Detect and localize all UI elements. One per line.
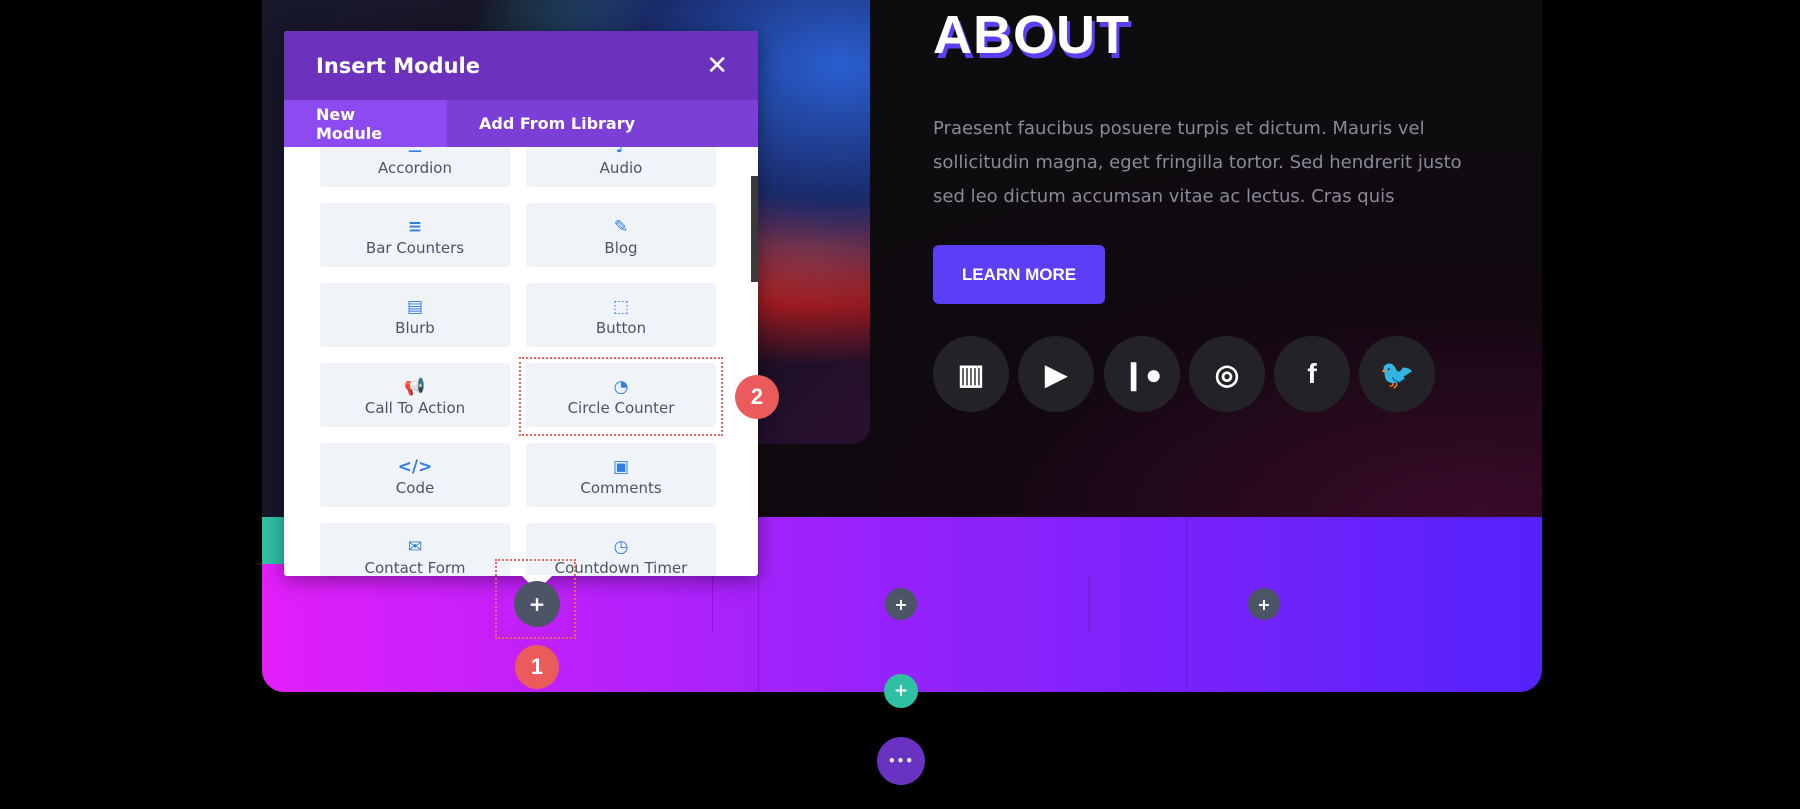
- module-label: Bar Counters: [365, 239, 465, 257]
- module-label: Call To Action: [364, 399, 466, 417]
- megaphone-icon: 📢: [404, 377, 426, 397]
- tab-add-from-library[interactable]: Add From Library: [447, 100, 667, 147]
- bar-counters-icon: ≡: [407, 217, 423, 237]
- module-label: Contact Form: [364, 559, 466, 576]
- highlight-circle-counter: [519, 357, 723, 436]
- module-label: Audio: [599, 159, 643, 177]
- module-contact-form[interactable]: ✉ Contact Form: [320, 523, 510, 576]
- twitch-link[interactable]: ▥: [933, 336, 1009, 412]
- module-button[interactable]: ⬚ Button: [526, 283, 716, 347]
- module-bar-counters[interactable]: ≡ Bar Counters: [320, 203, 510, 267]
- module-label: Code: [395, 479, 435, 497]
- module-comments[interactable]: ▣ Comments: [526, 443, 716, 507]
- highlight-add-module: [495, 559, 576, 639]
- module-accordion[interactable]: ☰ Accordion: [320, 147, 510, 187]
- facebook-icon: f: [1307, 358, 1317, 389]
- clock-icon: ◷: [613, 537, 629, 557]
- youtube-link[interactable]: ▶: [1018, 336, 1094, 412]
- module-blurb[interactable]: ▤ Blurb: [320, 283, 510, 347]
- module-label: Button: [595, 319, 647, 337]
- blurb-icon: ▤: [406, 297, 424, 317]
- twitch-icon: ▥: [957, 358, 985, 390]
- close-icon[interactable]: ✕: [706, 51, 728, 81]
- patreon-icon: ❙●: [1121, 358, 1163, 390]
- more-options-button[interactable]: •••: [877, 737, 925, 785]
- column-divider: [1089, 576, 1090, 632]
- learn-more-button[interactable]: LEARN MORE: [933, 245, 1105, 304]
- module-call-to-action[interactable]: 📢 Call To Action: [320, 363, 510, 427]
- module-blog[interactable]: ✎ Blog: [526, 203, 716, 267]
- step-badge-1: 1: [515, 645, 559, 689]
- comments-icon: ▣: [612, 457, 630, 477]
- scrollbar[interactable]: [751, 176, 758, 282]
- module-label: Comments: [580, 479, 662, 497]
- column-divider: [1186, 517, 1187, 692]
- module-label: Accordion: [378, 159, 452, 177]
- row-settings-tab[interactable]: [262, 517, 286, 564]
- insert-module-dialog: Insert Module ✕ New Module Add From Libr…: [284, 31, 758, 576]
- column-divider: [712, 576, 713, 632]
- add-module-button-col2[interactable]: +: [885, 588, 917, 620]
- blog-icon: ✎: [613, 217, 629, 237]
- instagram-link[interactable]: ◎: [1189, 336, 1265, 412]
- module-label: Blog: [604, 239, 638, 257]
- module-code[interactable]: </> Code: [320, 443, 510, 507]
- code-icon: </>: [397, 457, 433, 477]
- dialog-header: Insert Module ✕: [284, 31, 758, 100]
- tab-new-module[interactable]: New Module: [284, 100, 447, 147]
- module-label: Blurb: [395, 319, 435, 337]
- youtube-icon: ▶: [1045, 358, 1067, 390]
- about-heading: ABOUT: [933, 5, 1130, 65]
- patreon-link[interactable]: ❙●: [1104, 336, 1180, 412]
- dialog-tabs: New Module Add From Library: [284, 100, 758, 147]
- facebook-link[interactable]: f: [1274, 336, 1350, 412]
- audio-icon: ♪: [615, 147, 627, 157]
- add-module-button-col3[interactable]: +: [1248, 588, 1280, 620]
- module-audio[interactable]: ♪ Audio: [526, 147, 716, 187]
- about-paragraph: Praesent faucibus posuere turpis et dict…: [933, 118, 1462, 207]
- column-divider: [758, 517, 759, 692]
- accordion-icon: ☰: [407, 147, 423, 157]
- twitter-link[interactable]: 🐦: [1359, 336, 1435, 412]
- button-icon: ⬚: [612, 297, 630, 317]
- envelope-icon: ✉: [407, 537, 423, 557]
- twitter-icon: 🐦: [1379, 358, 1415, 390]
- dialog-title: Insert Module: [316, 53, 480, 78]
- instagram-icon: ◎: [1214, 358, 1240, 390]
- step-badge-2: 2: [735, 375, 779, 419]
- add-row-button[interactable]: +: [884, 674, 918, 708]
